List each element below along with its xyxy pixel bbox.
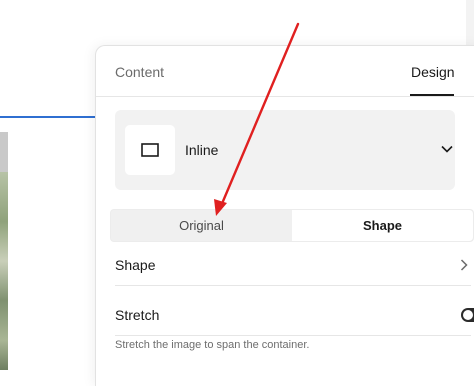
panel-tabs: Content Design <box>96 46 474 97</box>
chevron-down-icon[interactable] <box>440 142 454 156</box>
shape-row-label: Shape <box>115 257 156 273</box>
shape-row[interactable]: Shape <box>115 245 471 286</box>
tab-content[interactable]: Content <box>115 64 164 80</box>
rectangle-outline-icon <box>141 143 159 157</box>
crop-mode-segmented-control: Original Shape <box>110 209 474 242</box>
design-panel: Content Design Inline Original Shape Sha… <box>95 45 474 386</box>
toggle-knob <box>463 310 473 320</box>
stretch-row-label: Stretch <box>115 307 160 323</box>
active-tab-indicator <box>410 94 454 96</box>
stretch-row: Stretch <box>115 295 474 336</box>
segment-shape[interactable]: Shape <box>292 210 473 241</box>
stretch-toggle[interactable] <box>461 308 474 322</box>
segment-original[interactable]: Original <box>111 210 292 241</box>
background-edge <box>466 0 474 46</box>
background-grey-block <box>0 132 8 172</box>
layout-thumbnail <box>125 125 175 175</box>
stretch-helper-text: Stretch the image to span the container. <box>115 339 310 351</box>
background-image <box>0 172 8 370</box>
layout-dropdown[interactable]: Inline <box>115 110 455 190</box>
layout-selected-label: Inline <box>185 142 219 158</box>
chevron-right-icon <box>460 259 468 271</box>
tab-design[interactable]: Design <box>411 64 455 80</box>
background-blue-underline <box>0 116 100 118</box>
